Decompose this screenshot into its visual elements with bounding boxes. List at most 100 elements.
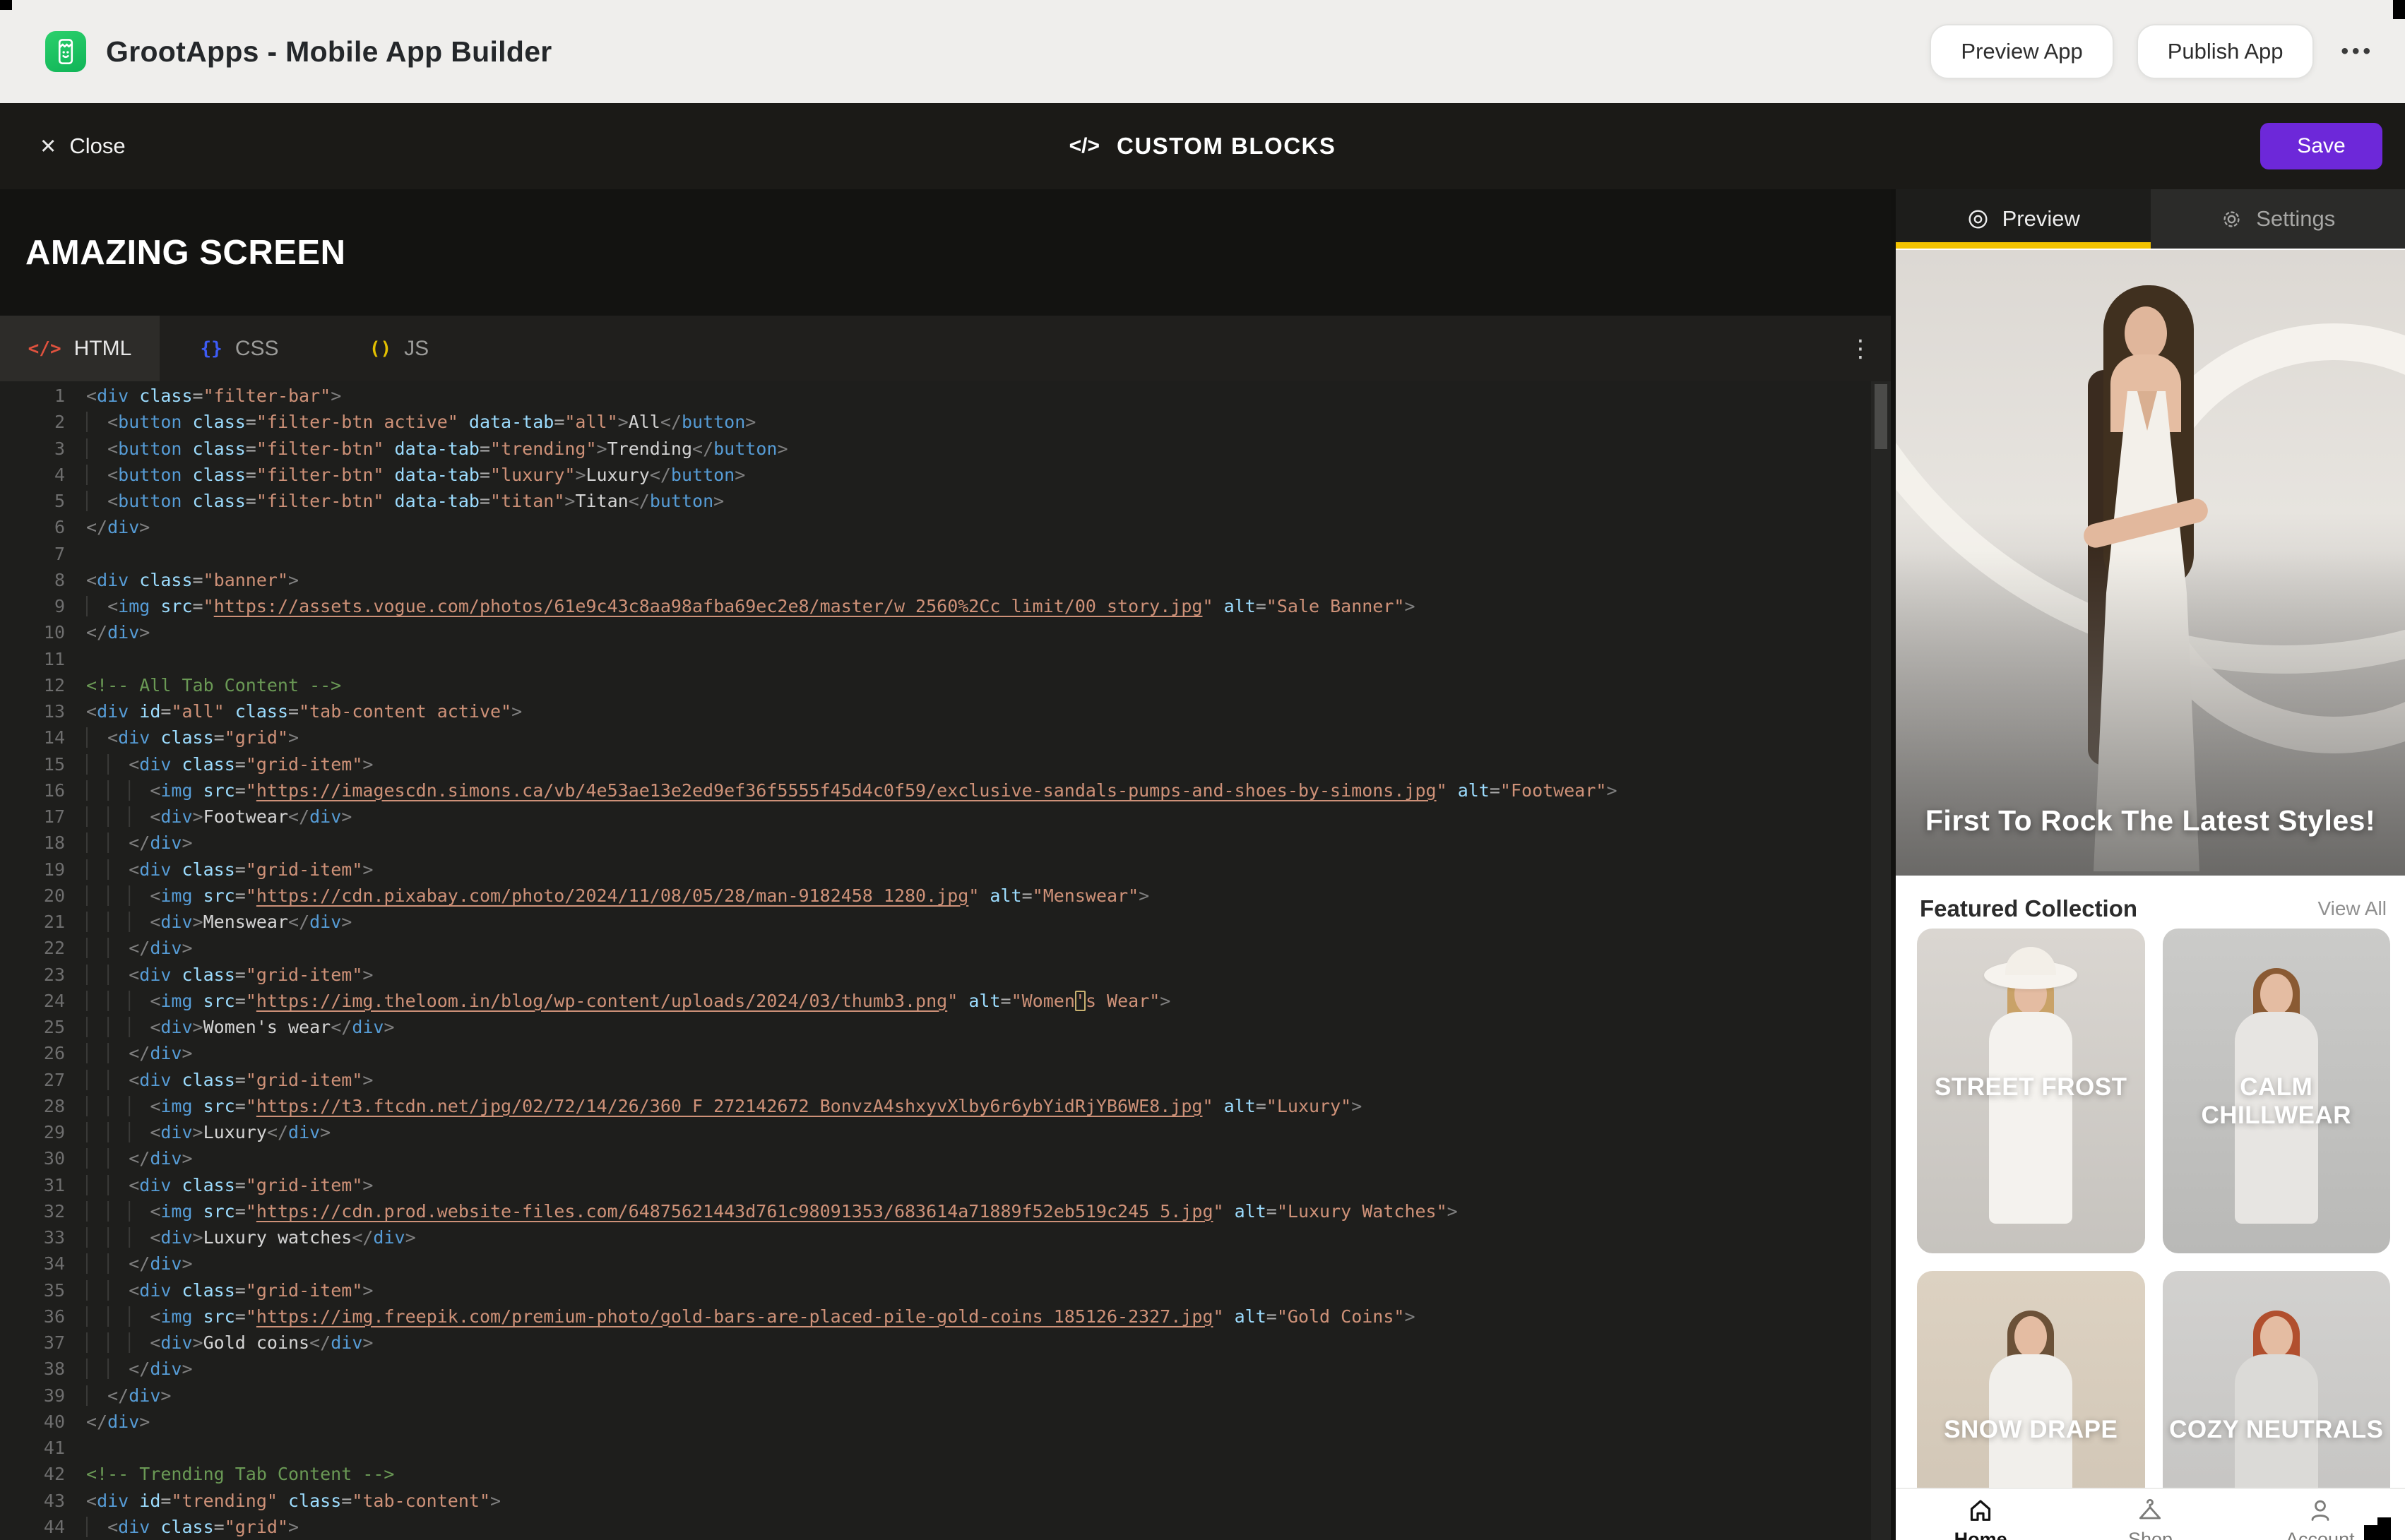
code-line-8[interactable]: 8 <div class="banner">: [0, 567, 1891, 593]
tab-css[interactable]: {} CSS: [160, 316, 319, 381]
code-line-3[interactable]: 3 <button class="filter-btn" data-tab="t…: [0, 436, 1891, 462]
code-line-37[interactable]: 37 <div>Gold coins</div>: [0, 1330, 1891, 1356]
code-line-23[interactable]: 23 <div class="grid-item">: [0, 962, 1891, 988]
tab-label: CSS: [234, 336, 279, 360]
code-line-35[interactable]: 35 <div class="grid-item">: [0, 1277, 1891, 1303]
nav-shop[interactable]: Shop: [2065, 1489, 2235, 1540]
preview-app-button[interactable]: Preview App: [1930, 24, 2114, 79]
line-code: <div class="grid-item">: [86, 1172, 373, 1198]
code-line-43[interactable]: 43 <div id="trending" class="tab-content"…: [0, 1488, 1891, 1514]
line-number: 1: [54, 386, 65, 406]
code-area[interactable]: 1 <div class="filter-bar"> 2 <button class…: [0, 381, 1891, 1540]
code-line-5[interactable]: 5 <button class="filter-btn" data-tab="t…: [0, 488, 1891, 514]
more-menu-icon[interactable]: •••: [2341, 40, 2374, 64]
code-line-31[interactable]: 31 <div class="grid-item">: [0, 1172, 1891, 1198]
panel-tab-preview[interactable]: Preview: [1896, 189, 2151, 249]
panel-tabs: Preview Settings: [1896, 189, 2405, 249]
code-line-9[interactable]: 9 <img src="https://assets.vogue.com/pho…: [0, 593, 1891, 619]
line-code: </div>: [86, 1411, 150, 1432]
line-code: <button class="filter-btn active" data-t…: [86, 409, 756, 435]
custom-blocks-title: </> CUSTOM BLOCKS: [1069, 133, 1336, 160]
line-code: </div>: [86, 935, 193, 961]
save-button[interactable]: Save: [2260, 123, 2382, 169]
code-line-6[interactable]: 6 </div>: [0, 514, 1891, 540]
code-line-21[interactable]: 21 <div>Menswear</div>: [0, 909, 1891, 935]
line-code: <div class="grid">: [86, 724, 299, 751]
code-line-44[interactable]: 44 <div class="grid">: [0, 1514, 1891, 1540]
scrollbar-thumb[interactable]: [1875, 384, 1887, 449]
collection-grid: STREET FROST CALM CHILLWEAR SNOW DRAPE COZY…: [1917, 929, 2390, 1540]
close-icon: ✕: [40, 134, 57, 158]
line-code: </div>: [86, 1145, 193, 1171]
line-code: </div>: [86, 1250, 193, 1277]
code-line-32[interactable]: 32 <img src="https://cdn.prod.website-fi…: [0, 1198, 1891, 1224]
view-all-link[interactable]: View All: [2317, 897, 2387, 920]
code-line-34[interactable]: 34 </div>: [0, 1250, 1891, 1277]
kebab-menu-icon[interactable]: ⋮: [1848, 335, 1872, 363]
code-line-22[interactable]: 22 </div>: [0, 935, 1891, 961]
line-number: 40: [43, 1411, 65, 1432]
code-line-41[interactable]: 41: [0, 1435, 1891, 1461]
line-number: 4: [54, 464, 65, 485]
code-line-39[interactable]: 39 </div>: [0, 1383, 1891, 1409]
code-line-42[interactable]: 42 <!-- Trending Tab Content -->: [0, 1461, 1891, 1487]
line-number: 13: [43, 701, 65, 722]
line-code: <div>Footwear</div>: [86, 804, 352, 830]
collection-card[interactable]: CALM CHILLWEAR: [2162, 929, 2390, 1253]
line-code: <div>Luxury</div>: [86, 1119, 331, 1145]
collection-label: STREET FROST: [1935, 1073, 2127, 1101]
code-line-28[interactable]: 28 <img src="https://t3.ftcdn.net/jpg/02…: [0, 1093, 1891, 1119]
code-line-14[interactable]: 14 <div class="grid">: [0, 724, 1891, 751]
code-line-4[interactable]: 4 <button class="filter-btn" data-tab="l…: [0, 462, 1891, 488]
featured-title: Featured Collection: [1920, 895, 2138, 921]
code-line-24[interactable]: 24 <img src="https://img.theloom.in/blog…: [0, 988, 1891, 1014]
code-line-10[interactable]: 10 </div>: [0, 619, 1891, 645]
collection-card[interactable]: STREET FROST: [1917, 929, 2145, 1253]
code-line-18[interactable]: 18 </div>: [0, 830, 1891, 856]
line-code: <img src="https://img.freepik.com/premiu…: [86, 1303, 1415, 1330]
code-line-16[interactable]: 16 <img src="https://imagescdn.simons.ca…: [0, 777, 1891, 804]
line-number: 17: [43, 806, 65, 827]
code-line-33[interactable]: 33 <div>Luxury watches</div>: [0, 1224, 1891, 1250]
code-line-27[interactable]: 27 <div class="grid-item">: [0, 1067, 1891, 1093]
code-line-13[interactable]: 13 <div id="all" class="tab-content activ…: [0, 698, 1891, 724]
line-number: 29: [43, 1122, 65, 1142]
tab-html[interactable]: </> HTML: [0, 316, 160, 381]
code-icon: </>: [1069, 134, 1100, 157]
panel-tab-settings[interactable]: Settings: [2150, 189, 2405, 249]
code-line-26[interactable]: 26 </div>: [0, 1040, 1891, 1066]
line-number: 21: [43, 912, 65, 932]
code-line-19[interactable]: 19 <div class="grid-item">: [0, 856, 1891, 883]
line-number: 34: [43, 1253, 65, 1275]
code-line-7[interactable]: 7: [0, 541, 1891, 567]
publish-app-button[interactable]: Publish App: [2136, 24, 2315, 79]
code-line-17[interactable]: 17 <div>Footwear</div>: [0, 804, 1891, 830]
screen-artifact: [2377, 1517, 2391, 1540]
code-line-2[interactable]: 2 <button class="filter-btn active" data…: [0, 409, 1891, 435]
code-line-36[interactable]: 36 <img src="https://img.freepik.com/pre…: [0, 1303, 1891, 1330]
code-line-11[interactable]: 11: [0, 646, 1891, 672]
tab-label: HTML: [73, 336, 132, 360]
js-tab-icon: (): [369, 338, 392, 359]
code-line-29[interactable]: 29 <div>Luxury</div>: [0, 1119, 1891, 1145]
tab-js[interactable]: () JS: [319, 316, 479, 381]
code-line-25[interactable]: 25 <div>Women's wear</div>: [0, 1014, 1891, 1040]
code-line-1[interactable]: 1 <div class="filter-bar">: [0, 383, 1891, 409]
code-line-20[interactable]: 20 <img src="https://cdn.pixabay.com/pho…: [0, 883, 1891, 909]
hero-banner[interactable]: First To Rock The Latest Styles!: [1896, 250, 2405, 876]
close-button[interactable]: ✕ Close: [40, 133, 126, 159]
code-line-38[interactable]: 38 </div>: [0, 1356, 1891, 1382]
code-line-30[interactable]: 30 </div>: [0, 1145, 1891, 1171]
account-icon: [2306, 1496, 2334, 1524]
code-line-12[interactable]: 12 <!-- All Tab Content -->: [0, 672, 1891, 698]
nav-label: Home: [1954, 1529, 2007, 1540]
collection-label: CALM CHILLWEAR: [2201, 1073, 2352, 1129]
nav-home[interactable]: Home: [1896, 1489, 2065, 1540]
custom-blocks-label: CUSTOM BLOCKS: [1116, 133, 1336, 159]
screen-artifact: [0, 0, 12, 10]
code-line-15[interactable]: 15 <div class="grid-item">: [0, 751, 1891, 777]
line-code: </div>: [86, 1356, 193, 1382]
panel-tab-label: Settings: [2256, 206, 2336, 231]
code-line-40[interactable]: 40 </div>: [0, 1409, 1891, 1435]
editor-scrollbar[interactable]: [1871, 381, 1891, 1540]
